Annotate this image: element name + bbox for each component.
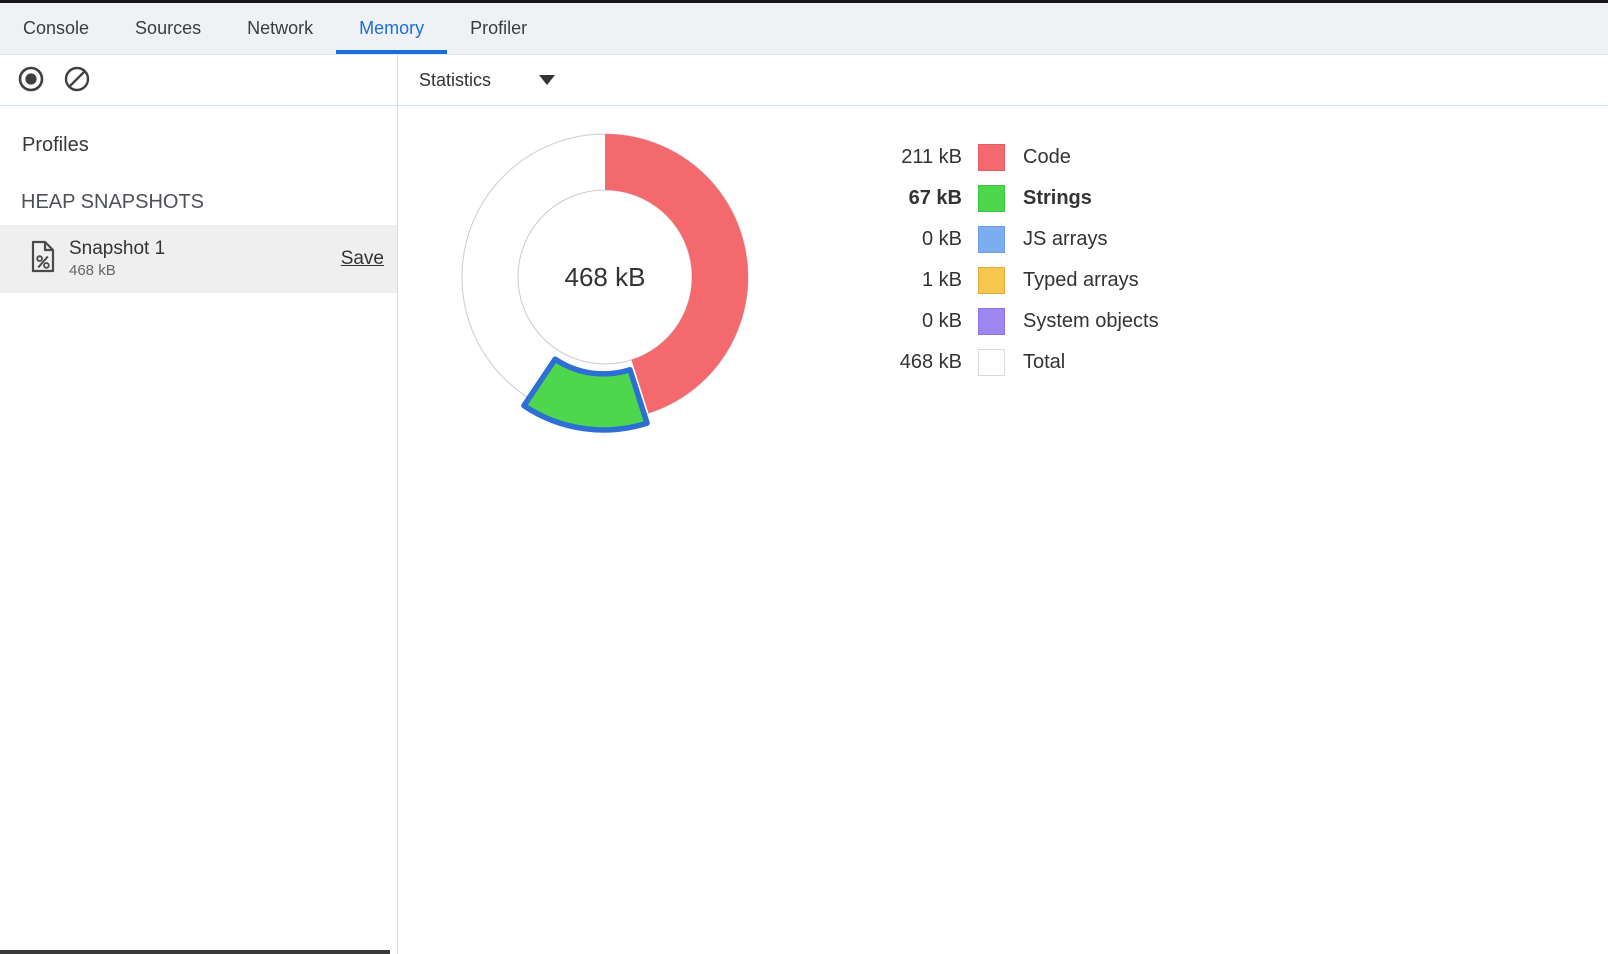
legend-swatch xyxy=(978,185,1005,212)
tab-console[interactable]: Console xyxy=(0,3,112,54)
legend-row-system-objects[interactable]: 0 kB System objects xyxy=(845,301,1159,342)
legend-value: 468 kB xyxy=(845,351,962,374)
legend-row-typed-arrays[interactable]: 1 kB Typed arrays xyxy=(845,260,1159,301)
tab-memory-label: Memory xyxy=(359,18,424,39)
legend-swatch xyxy=(978,267,1005,294)
tab-sources-label: Sources xyxy=(135,18,201,39)
legend-swatch xyxy=(978,144,1005,171)
donut-outline-ring xyxy=(518,190,692,364)
legend-label: Typed arrays xyxy=(1023,269,1139,292)
view-toolbar: Statistics xyxy=(398,55,1608,105)
heap-statistics-donut-chart: 468 kB xyxy=(447,119,763,435)
sidebar-bottom-edge xyxy=(0,950,390,954)
legend-label: System objects xyxy=(1023,310,1159,333)
legend-row-js-arrays[interactable]: 0 kB JS arrays xyxy=(845,219,1159,260)
snapshot-text: Snapshot 1 468 kB xyxy=(69,238,165,279)
legend-value: 1 kB xyxy=(845,269,962,292)
tab-console-label: Console xyxy=(23,18,89,39)
clear-profiles-button[interactable] xyxy=(63,66,91,94)
heap-snapshot-file-icon xyxy=(30,240,56,278)
clear-icon xyxy=(63,65,91,96)
statistics-panel: 468 kB 211 kB Code 67 kB Strings 0 kB JS… xyxy=(398,106,1608,954)
legend-swatch xyxy=(978,226,1005,253)
legend-value: 0 kB xyxy=(845,310,962,333)
legend-label: JS arrays xyxy=(1023,228,1107,251)
legend-value: 0 kB xyxy=(845,228,962,251)
perspective-dropdown[interactable]: Statistics xyxy=(419,70,555,91)
tab-sources[interactable]: Sources xyxy=(112,3,224,54)
tab-network-label: Network xyxy=(247,18,313,39)
heap-snapshots-section-heading: HEAP SNAPSHOTS xyxy=(21,191,204,214)
record-icon xyxy=(17,65,45,96)
chevron-down-icon xyxy=(539,75,555,85)
profiles-toolbar xyxy=(0,55,398,105)
legend-swatch xyxy=(978,349,1005,376)
tab-profiler-label: Profiler xyxy=(470,18,527,39)
legend-label: Strings xyxy=(1023,187,1092,210)
profiles-sidebar: Profiles HEAP SNAPSHOTS Snapshot 1 468 k… xyxy=(0,106,398,954)
save-snapshot-link[interactable]: Save xyxy=(341,248,384,270)
devtools-tabbar: Console Sources Network Memory Profiler xyxy=(0,3,1608,55)
legend-row-strings[interactable]: 67 kB Strings xyxy=(845,178,1159,219)
legend-label: Code xyxy=(1023,146,1071,169)
chart-legend: 211 kB Code 67 kB Strings 0 kB JS arrays… xyxy=(845,137,1159,383)
memory-toolbar: Statistics xyxy=(0,55,1608,106)
record-heap-snapshot-button[interactable] xyxy=(17,66,45,94)
legend-swatch xyxy=(978,308,1005,335)
profiles-heading: Profiles xyxy=(22,134,89,157)
legend-label: Total xyxy=(1023,351,1065,374)
pie-slice-strings[interactable] xyxy=(524,359,647,430)
sidebar-item-snapshot-1[interactable]: Snapshot 1 468 kB Save xyxy=(0,225,397,293)
tab-profiler[interactable]: Profiler xyxy=(447,3,550,54)
perspective-dropdown-value: Statistics xyxy=(419,70,491,91)
legend-value: 67 kB xyxy=(845,187,962,210)
legend-value: 211 kB xyxy=(845,146,962,169)
tab-memory[interactable]: Memory xyxy=(336,3,447,54)
legend-row-total[interactable]: 468 kB Total xyxy=(845,342,1159,383)
legend-row-code[interactable]: 211 kB Code xyxy=(845,137,1159,178)
snapshot-title: Snapshot 1 xyxy=(69,238,165,260)
snapshot-size: 468 kB xyxy=(69,262,165,279)
tab-network[interactable]: Network xyxy=(224,3,336,54)
